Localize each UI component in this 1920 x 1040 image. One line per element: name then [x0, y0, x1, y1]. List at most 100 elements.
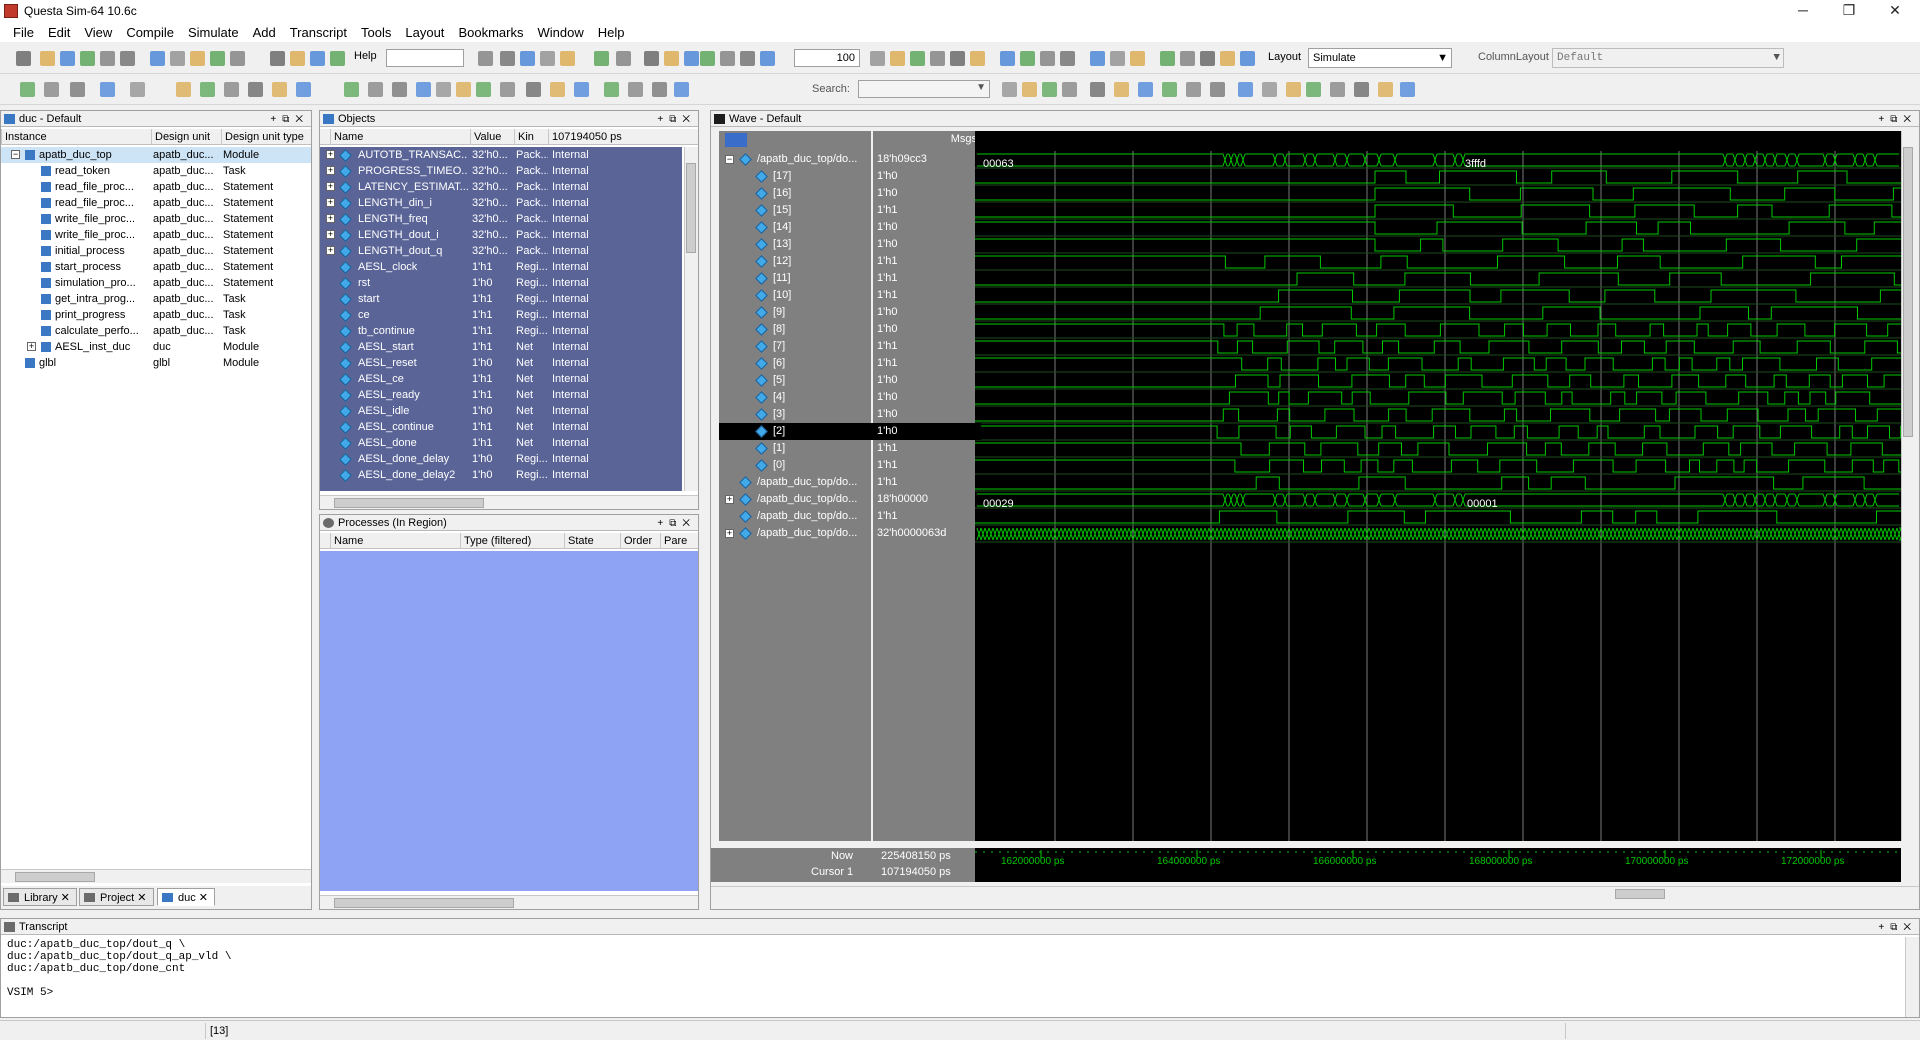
- object-row[interactable]: AESL_idle 1'h0 Net Internal: [320, 403, 682, 419]
- menu-simulate[interactable]: Simulate: [181, 25, 246, 40]
- toolbar-icon[interactable]: [40, 51, 55, 66]
- toolbar-icon[interactable]: [1400, 82, 1415, 97]
- instance-row[interactable]: get_intra_prog... apatb_duc... Task: [1, 291, 311, 307]
- help-search-input[interactable]: [386, 49, 464, 67]
- scroll-thumb[interactable]: [334, 898, 514, 908]
- toolbar-icon[interactable]: [476, 82, 491, 97]
- wave-hscrollbar[interactable]: [975, 886, 1919, 900]
- col-parent[interactable]: Pare: [660, 533, 698, 549]
- toolbar-icon[interactable]: [550, 82, 565, 97]
- expand-icon[interactable]: +: [326, 150, 335, 159]
- toolbar-icon[interactable]: [436, 82, 451, 97]
- toolbar-icon[interactable]: [1110, 51, 1125, 66]
- object-row[interactable]: + LENGTH_dout_q 32'h0... Pack... Internal: [320, 243, 682, 259]
- toolbar-icon[interactable]: [1060, 51, 1075, 66]
- collapse-icon[interactable]: −: [725, 155, 734, 164]
- object-row[interactable]: AESL_done_delay 1'h0 Regi... Internal: [320, 451, 682, 467]
- toolbar-icon[interactable]: [890, 51, 905, 66]
- toolbar-icon[interactable]: [330, 51, 345, 66]
- object-row[interactable]: + LENGTH_dout_i 32'h0... Pack... Internal: [320, 227, 682, 243]
- toolbar-icon[interactable]: [1042, 82, 1057, 97]
- wave-vscrollbar[interactable]: [1901, 131, 1915, 841]
- waveform-canvas[interactable]: 00063 3fffd 00029 00001: [975, 131, 1901, 841]
- object-row[interactable]: tb_continue 1'h1 Regi... Internal: [320, 323, 682, 339]
- instance-row[interactable]: glbl glbl Module: [1, 355, 311, 371]
- instance-row[interactable]: + AESL_inst_duc duc Module: [1, 339, 311, 355]
- expand-icon[interactable]: +: [326, 230, 335, 239]
- instance-row[interactable]: simulation_pro... apatb_duc... Statement: [1, 275, 311, 291]
- col-name[interactable]: Name: [330, 533, 460, 549]
- signal-name[interactable]: [17]: [773, 169, 791, 183]
- toolbar-icon[interactable]: [1160, 51, 1175, 66]
- toolbar-icon[interactable]: [500, 82, 515, 97]
- menu-view[interactable]: View: [77, 25, 119, 40]
- menu-edit[interactable]: Edit: [41, 25, 77, 40]
- object-row[interactable]: AESL_continue 1'h1 Net Internal: [320, 419, 682, 435]
- scroll-thumb[interactable]: [1903, 147, 1913, 437]
- menu-tools[interactable]: Tools: [354, 25, 398, 40]
- col-type[interactable]: Type (filtered): [460, 533, 564, 549]
- instance-row[interactable]: read_token apatb_duc... Task: [1, 163, 311, 179]
- object-row[interactable]: ce 1'h1 Regi... Internal: [320, 307, 682, 323]
- toolbar-icon[interactable]: [1330, 82, 1345, 97]
- toolbar-icon[interactable]: [664, 51, 679, 66]
- maximize-button[interactable]: ❐: [1826, 0, 1872, 22]
- toolbar-icon[interactable]: [1062, 82, 1077, 97]
- toolbar-icon[interactable]: [456, 82, 471, 97]
- signal-name[interactable]: [12]: [773, 254, 791, 268]
- toolbar-icon[interactable]: [628, 82, 643, 97]
- toolbar-icon[interactable]: [1162, 82, 1177, 97]
- toolbar-icon[interactable]: [1210, 82, 1225, 97]
- toolbar-icon[interactable]: [270, 51, 285, 66]
- toolbar-icon[interactable]: [20, 82, 35, 97]
- toolbar-icon[interactable]: [1138, 82, 1153, 97]
- object-row[interactable]: AESL_ready 1'h1 Net Internal: [320, 387, 682, 403]
- transcript-prompt[interactable]: VSIM 5>: [7, 987, 1887, 999]
- expand-icon[interactable]: +: [326, 166, 335, 175]
- toolbar-icon[interactable]: [540, 51, 555, 66]
- toolbar-icon[interactable]: [950, 51, 965, 66]
- toolbar-icon[interactable]: [100, 82, 115, 97]
- panel-controls[interactable]: +⧉✕: [1878, 112, 1917, 128]
- toolbar-icon[interactable]: [760, 51, 775, 66]
- transcript-vscrollbar[interactable]: [1905, 937, 1919, 1017]
- instance-hscrollbar[interactable]: [1, 869, 311, 883]
- toolbar-icon[interactable]: [170, 51, 185, 66]
- tab-project[interactable]: Project ✕: [79, 888, 154, 906]
- tab-duc[interactable]: duc ✕: [157, 888, 216, 906]
- instance-row[interactable]: start_process apatb_duc... Statement: [1, 259, 311, 275]
- scroll-thumb[interactable]: [334, 498, 484, 508]
- expand-icon[interactable]: +: [27, 342, 36, 351]
- panel-controls[interactable]: +⧉✕: [657, 112, 696, 128]
- toolbar-icon[interactable]: [720, 51, 735, 66]
- close-button[interactable]: ✕: [1872, 0, 1918, 22]
- col-value[interactable]: Value: [470, 129, 514, 145]
- toolbar-icon[interactable]: [1306, 82, 1321, 97]
- object-row[interactable]: rst 1'h0 Regi... Internal: [320, 275, 682, 291]
- toolbar-icon[interactable]: [700, 51, 715, 66]
- toolbar-icon[interactable]: [150, 51, 165, 66]
- toolbar-icon[interactable]: [16, 51, 31, 66]
- names-hscrollbar[interactable]: [711, 886, 975, 900]
- expand-icon[interactable]: +: [326, 182, 335, 191]
- menu-compile[interactable]: Compile: [119, 25, 181, 40]
- wave-display[interactable]: 00063 3fffd 00029 00001: [975, 131, 1901, 841]
- toolbar-icon[interactable]: [478, 51, 493, 66]
- object-row[interactable]: + LENGTH_din_i 32'h0... Pack... Internal: [320, 195, 682, 211]
- signal-name[interactable]: [2]: [773, 424, 785, 438]
- instance-row[interactable]: print_progress apatb_duc... Task: [1, 307, 311, 323]
- menu-add[interactable]: Add: [246, 25, 283, 40]
- collapse-icon[interactable]: −: [11, 150, 20, 159]
- signal-name[interactable]: [10]: [773, 288, 791, 302]
- object-row[interactable]: AESL_reset 1'h0 Net Internal: [320, 355, 682, 371]
- toolbar-icon[interactable]: [526, 82, 541, 97]
- menu-file[interactable]: File: [6, 25, 41, 40]
- expand-icon[interactable]: +: [725, 529, 734, 538]
- signal-name[interactable]: /apatb_duc_top/do...: [757, 152, 857, 166]
- object-row[interactable]: AESL_start 1'h1 Net Internal: [320, 339, 682, 355]
- toolbar-icon[interactable]: [1238, 82, 1253, 97]
- tab-library[interactable]: Library ✕: [3, 888, 77, 906]
- menu-window[interactable]: Window: [530, 25, 590, 40]
- object-row[interactable]: AESL_ce 1'h1 Net Internal: [320, 371, 682, 387]
- object-row[interactable]: + PROGRESS_TIMEO... 32'h0... Pack... Interna…: [320, 163, 682, 179]
